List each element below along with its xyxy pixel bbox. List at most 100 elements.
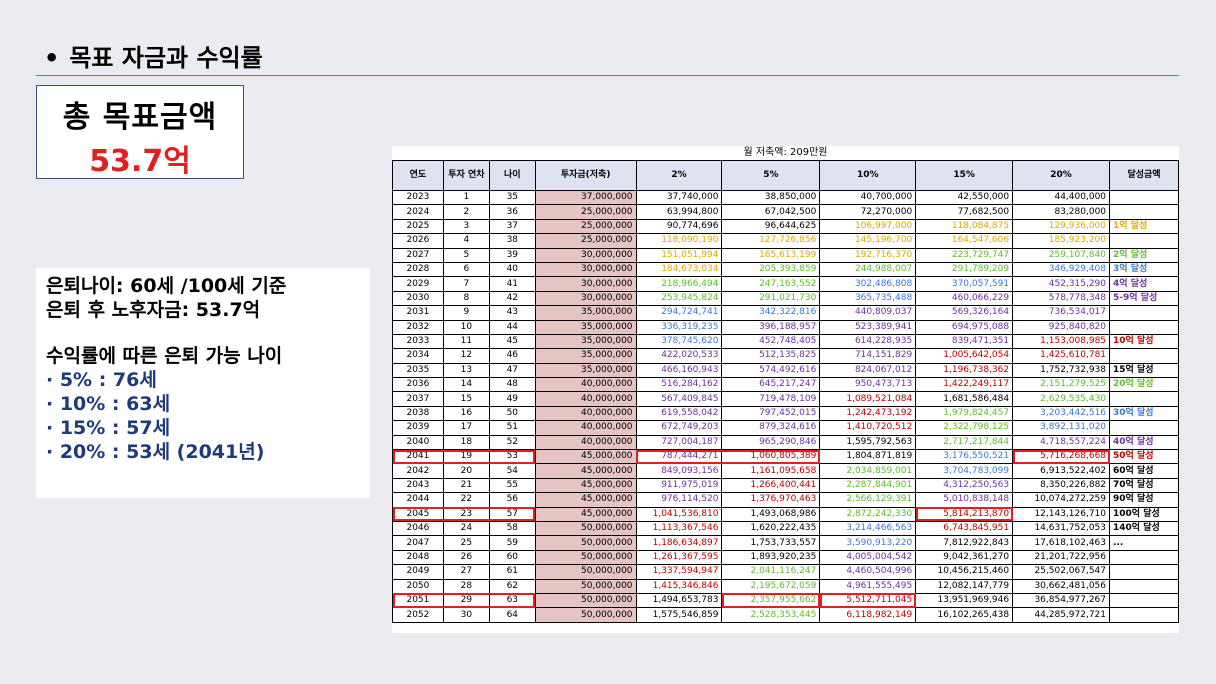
slide-title: • 목표 자금과 수익률 xyxy=(44,38,263,73)
retire-fund: 은퇴 후 노후자금: 53.7억 xyxy=(46,299,261,321)
return-cell: 965,290,846 xyxy=(721,434,821,451)
return-cell: 719,478,109 xyxy=(721,391,821,407)
return-cell: 185,923,200 xyxy=(1012,233,1111,249)
age-cell: 35 xyxy=(488,189,536,206)
invest-year-cell: 17 xyxy=(442,420,490,436)
investment-cell: 35,000,000 xyxy=(534,362,637,379)
return-cell: 42,550,000 xyxy=(915,189,1014,206)
age-cell: 38 xyxy=(488,233,536,249)
return-cell: 714,151,829 xyxy=(819,348,917,364)
return-cell: 342,322,816 xyxy=(721,305,821,321)
return-cell: 614,228,935 xyxy=(819,333,917,350)
invest-year-cell: 23 xyxy=(442,506,490,522)
return-cell: 1,261,367,595 xyxy=(635,549,723,566)
return-cell: 4,718,557,224 xyxy=(1012,434,1111,451)
invest-year-cell: 3 xyxy=(442,218,490,235)
year-cell: 2034 xyxy=(392,348,444,364)
invest-year-cell: 6 xyxy=(442,261,490,278)
investment-cell: 45,000,000 xyxy=(534,506,637,522)
return-cell: 452,315,290 xyxy=(1012,276,1111,292)
return-cell: 839,471,351 xyxy=(915,333,1014,350)
return-cell: 787,444,271 xyxy=(635,449,723,465)
return-cell: 727,004,187 xyxy=(635,434,723,451)
invest-year-cell: 20 xyxy=(442,463,490,479)
column-header: 나이 xyxy=(488,160,536,191)
return-cell: 694,975,088 xyxy=(915,319,1014,335)
achievement-cell: 30억 달성 xyxy=(1109,405,1179,422)
table-row: 2040 18 52 40,000,000 727,004,187 965,290,846… xyxy=(392,434,1179,451)
table-row: 2048 26 60 50,000,000 1,261,367,595 1,893,920… xyxy=(392,549,1179,566)
year-cell: 2029 xyxy=(392,276,444,292)
return-cell: 30,662,481,056 xyxy=(1012,578,1111,594)
return-cell: 83,280,000 xyxy=(1012,204,1111,220)
retire-age: 은퇴나이: 60세 /100세 기준 xyxy=(46,275,287,297)
year-cell: 2045 xyxy=(392,506,444,522)
investment-cell: 40,000,000 xyxy=(534,391,637,407)
return-cell: 4,312,250,563 xyxy=(915,477,1014,494)
invest-year-cell: 8 xyxy=(442,290,490,307)
investment-cell: 37,000,000 xyxy=(534,189,637,206)
achievement-cell: 140억 달성 xyxy=(1109,520,1179,537)
return-cell: 1,186,634,897 xyxy=(635,535,723,551)
investment-cell: 50,000,000 xyxy=(534,535,637,551)
investment-cell: 35,000,000 xyxy=(534,305,637,321)
table-row: 2029 7 41 30,000,000 218,966,494 247,163,552 3… xyxy=(392,276,1179,292)
age-cell: 62 xyxy=(488,578,536,594)
invest-year-cell: 1 xyxy=(442,189,490,206)
return-cell: 5,814,213,870 xyxy=(915,506,1014,522)
invest-year-cell: 15 xyxy=(442,391,490,407)
achievement-cell: 100억 달성 xyxy=(1109,506,1179,522)
investment-cell: 45,000,000 xyxy=(534,492,637,508)
return-cell: 10,456,215,460 xyxy=(915,564,1014,580)
return-cell: 645,217,247 xyxy=(721,377,821,393)
return-cell: 1,060,805,389 xyxy=(721,449,821,465)
return-cell: 1,242,473,192 xyxy=(819,405,917,422)
info-box: 은퇴나이: 60세 /100세 기준 은퇴 후 노후자금: 53.7억 수익률에… xyxy=(36,268,370,498)
year-cell: 2026 xyxy=(392,233,444,249)
table-row: 2030 8 42 30,000,000 253,945,824 291,021,730 3… xyxy=(392,290,1179,307)
return-cell: 253,945,824 xyxy=(635,290,723,307)
achievement-cell xyxy=(1109,305,1179,321)
return-cell: 1,575,546,859 xyxy=(635,607,723,623)
return-cell: 291,789,209 xyxy=(915,261,1014,278)
savings-spreadsheet: 월 저축액: 209만원 연도 투자 연차 나이 투자금(저축) 2% 5% 10% 15% 2… xyxy=(392,146,1179,633)
invest-year-cell: 12 xyxy=(442,348,490,364)
return-cell: 574,492,616 xyxy=(721,362,821,379)
year-cell: 2035 xyxy=(392,362,444,379)
invest-year-cell: 26 xyxy=(442,549,490,566)
return-cell: 1,595,792,563 xyxy=(819,434,917,451)
return-cell: 567,409,845 xyxy=(635,391,723,407)
year-cell: 2050 xyxy=(392,578,444,594)
invest-year-cell: 7 xyxy=(442,276,490,292)
age-cell: 40 xyxy=(488,261,536,278)
return-cell: 911,975,019 xyxy=(635,477,723,494)
table-row: 2049 27 61 50,000,000 1,337,594,947 2,041,116… xyxy=(392,564,1179,580)
investment-cell: 25,000,000 xyxy=(534,233,637,249)
investment-cell: 50,000,000 xyxy=(534,549,637,566)
goal-value: 53.7억 xyxy=(89,144,191,179)
return-cell: 3,176,550,521 xyxy=(915,449,1014,465)
return-cell: 13,951,969,946 xyxy=(915,592,1014,609)
year-cell: 2025 xyxy=(392,218,444,235)
invest-year-cell: 5 xyxy=(442,247,490,263)
achievement-cell: 90억 달성 xyxy=(1109,492,1179,508)
year-cell: 2049 xyxy=(392,564,444,580)
achievement-cell: 4억 달성 xyxy=(1109,276,1179,292)
return-cell: 2,566,129,391 xyxy=(819,492,917,508)
goal-box: 총 목표금액 53.7억 xyxy=(36,85,244,179)
achievement-cell: 20억 달성 xyxy=(1109,377,1179,393)
achievement-cell: 50억 달성 xyxy=(1109,449,1179,465)
return-cell: 77,682,500 xyxy=(915,204,1014,220)
return-cell: 247,163,552 xyxy=(721,276,821,292)
achievement-cell: 10억 달성 xyxy=(1109,333,1179,350)
age-cell: 36 xyxy=(488,204,536,220)
year-cell: 2047 xyxy=(392,535,444,551)
return-cell: 346,929,408 xyxy=(1012,261,1111,278)
return-cell: 797,452,015 xyxy=(721,405,821,422)
return-cell: 1,425,610,781 xyxy=(1012,348,1111,364)
investment-cell: 30,000,000 xyxy=(534,261,637,278)
age-cell: 37 xyxy=(488,218,536,235)
year-cell: 2031 xyxy=(392,305,444,321)
investment-cell: 40,000,000 xyxy=(534,420,637,436)
return-cell: 4,005,004,542 xyxy=(819,549,917,566)
